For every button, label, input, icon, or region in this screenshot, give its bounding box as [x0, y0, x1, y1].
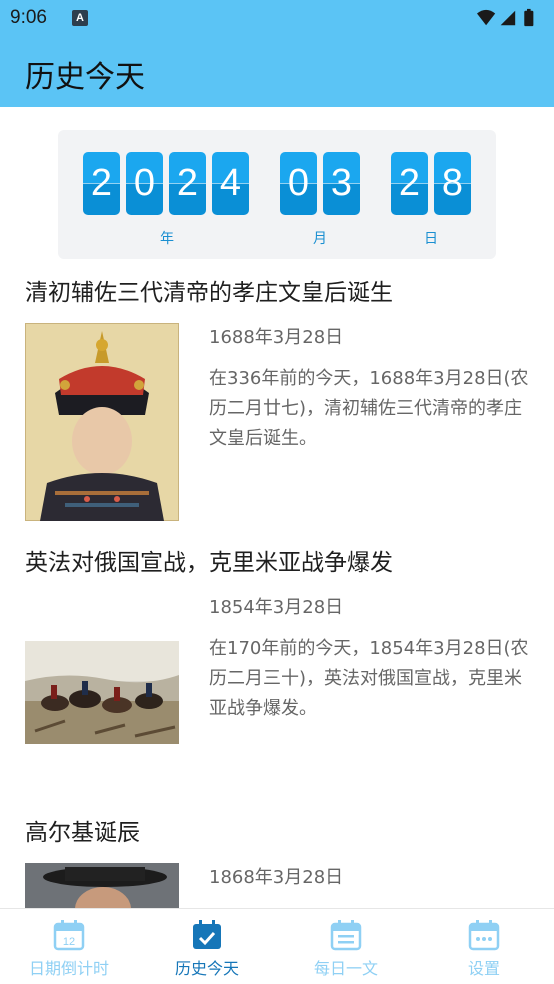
year-digit-1: 2: [83, 152, 120, 215]
tab-date-countdown[interactable]: 12 日期倒计时: [0, 909, 138, 984]
status-bar: 9:06 A: [0, 0, 554, 38]
event-date: 1854年3月28日: [209, 597, 344, 618]
app-bar: 历史今天: [0, 38, 554, 107]
battery-icon: [524, 10, 534, 27]
signal-icon: [500, 10, 516, 26]
tab-label: 设置: [467, 959, 500, 978]
page-title: 历史今天: [25, 60, 145, 95]
event-image-portrait-gorky: [25, 863, 179, 908]
calendar-lines-icon: [330, 920, 362, 951]
event-item[interactable]: 清初辅佐三代清帝的孝庄文皇后诞生 1688年3月28日 在336年前的今天，16…: [0, 271, 554, 531]
event-image-cavalry-battle-painting: [25, 641, 179, 744]
day-digit-1: 2: [391, 152, 428, 215]
month-digit-1: 0: [280, 152, 317, 215]
event-image-portrait-empress: [25, 323, 179, 521]
notification-app-icon: A: [72, 10, 88, 26]
tab-label: 日期倒计时: [28, 959, 109, 978]
month-digit-2: 3: [323, 152, 360, 215]
event-date: 1868年3月28日: [209, 867, 344, 888]
wifi-icon: [477, 9, 496, 26]
year-digit-2: 0: [126, 152, 163, 215]
date-display-card: 2 0 2 4 0 3 2 8 年 月 日: [58, 130, 496, 259]
event-description: 在336年前的今天，1688年3月28日(农历二月廿七)，清初辅佐三代清帝的孝庄…: [209, 368, 529, 449]
status-time: 9:06: [10, 7, 47, 28]
event-date: 1688年3月28日: [209, 327, 344, 348]
calendar-12-icon: 12: [53, 920, 85, 951]
event-item[interactable]: 高尔基诞辰 1868年3月28日: [0, 811, 554, 908]
day-digit-2: 8: [434, 152, 471, 215]
event-title: 英法对俄国宣战，克里米亚战争爆发: [25, 550, 393, 576]
tab-label: 每日一文: [313, 959, 378, 978]
month-unit-label: 月: [313, 231, 327, 247]
event-title: 清初辅佐三代清帝的孝庄文皇后诞生: [25, 280, 393, 306]
year-digit-4: 4: [212, 152, 249, 215]
year-unit-label: 年: [160, 231, 174, 247]
system-status-icons: [477, 8, 534, 27]
tab-label: 历史今天: [174, 959, 239, 978]
event-title: 高尔基诞辰: [25, 820, 140, 846]
calendar-icon-number: 12: [63, 936, 75, 948]
calendar-dots-icon: [468, 920, 500, 951]
bottom-tab-bar: 12 日期倒计时 历史今天 每日一文 设置: [0, 908, 554, 984]
event-item[interactable]: 英法对俄国宣战，克里米亚战争爆发 1854年3月28日 在170年前的今天，18…: [0, 541, 554, 811]
tab-settings[interactable]: 设置: [415, 909, 553, 984]
year-digit-3: 2: [169, 152, 206, 215]
calendar-check-icon: [193, 920, 221, 949]
tab-daily-article[interactable]: 每日一文: [277, 909, 415, 984]
event-description: 在170年前的今天，1854年3月28日(农历二月三十)，英法对俄国宣战，克里米…: [209, 638, 529, 719]
tab-history-today[interactable]: 历史今天: [138, 909, 276, 984]
day-unit-label: 日: [424, 231, 438, 247]
history-content[interactable]: 2 0 2 4 0 3 2 8 年 月 日 清初辅佐三代清帝的孝庄文皇后诞生 1…: [0, 107, 554, 908]
